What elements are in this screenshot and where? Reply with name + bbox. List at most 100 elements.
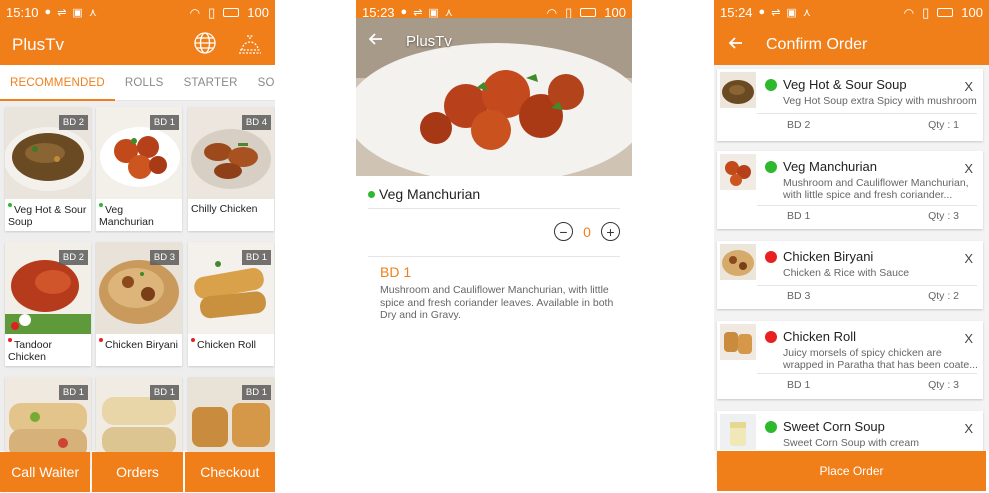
nonveg-dot-icon <box>191 338 195 342</box>
price-badge: BD 2 <box>58 115 88 130</box>
checkout-button[interactable]: Checkout <box>184 452 275 492</box>
item-detail-screen: 15:23 ● ⇌ ▣ ⋏ ◠ ▯ 100 PlusTv Veg Manchur… <box>356 0 632 493</box>
back-arrow-icon[interactable] <box>728 35 744 56</box>
message-icon: ● <box>44 6 52 18</box>
minus-icon[interactable]: − <box>554 222 573 241</box>
battery-icon <box>223 8 240 17</box>
order-item: Chicken Roll X Juicy morsels of spicy ch… <box>717 321 983 399</box>
orders-button[interactable]: Orders <box>92 452 183 492</box>
price-badge: BD 1 <box>149 385 179 400</box>
confirm-app-bar: Confirm Order <box>714 25 989 65</box>
menu-card[interactable]: BD 2 Tandoor Chicken <box>5 242 91 366</box>
nonveg-dot-icon <box>99 338 103 342</box>
tab-starter[interactable]: STARTER <box>174 65 248 101</box>
veg-dot-icon <box>765 420 777 433</box>
item-name: Chicken Biryani <box>105 339 178 351</box>
battery-icon <box>580 8 597 17</box>
order-item-price: BD 1 <box>787 210 811 222</box>
order-item-name: Chicken Roll <box>783 329 856 344</box>
status-time: 15:10 <box>6 5 39 20</box>
menu-grid: BD 2 Veg Hot & Sour Soup BD 1 Veg Manchu… <box>0 101 275 493</box>
remove-item-button[interactable]: X <box>964 421 973 436</box>
order-item-name: Chicken Biryani <box>783 249 874 264</box>
order-item-desc: Veg Hot Soup extra Spicy with mushroom <box>783 95 977 107</box>
waiter-bell-icon[interactable] <box>237 31 263 60</box>
order-item-qty: Qty : 2 <box>928 290 959 302</box>
app-title: PlusTv <box>12 35 64 54</box>
item-name: Veg Manchurian <box>379 186 481 202</box>
menu-card[interactable]: BD 3 Chicken Biryani <box>96 242 182 366</box>
share-icon: ⋏ <box>88 7 97 19</box>
item-name: Chicken Roll <box>197 339 256 351</box>
chicken-roll-thumbnail <box>720 324 756 360</box>
menu-card[interactable]: BD 2 Veg Hot & Sour Soup <box>5 107 91 231</box>
corn-soup-thumbnail <box>720 414 756 450</box>
order-item-qty: Qty : 3 <box>928 379 959 391</box>
battery-icon <box>937 8 954 17</box>
battery-level: 100 <box>961 5 983 20</box>
order-item-name: Veg Hot & Sour Soup <box>783 77 907 92</box>
order-item-desc: Juicy morsels of spicy chicken are wrapp… <box>783 347 978 371</box>
tab-rolls[interactable]: ROLLS <box>115 65 174 101</box>
menu-card[interactable]: BD 1 Veg Manchurian <box>96 107 182 231</box>
soup-thumbnail <box>720 72 756 108</box>
status-bar: 15:10 ● ⇌ ▣ ⋏ ◠ ▯ 100 <box>0 0 275 25</box>
veg-dot-icon <box>368 190 375 198</box>
usb-icon: ⇌ <box>57 7 67 19</box>
item-name: Tandoor Chicken <box>8 339 52 363</box>
menu-card[interactable]: BD 4 Chilly Chicken <box>188 107 274 231</box>
image-icon: ▣ <box>786 7 797 19</box>
order-item-qty: Qty : 3 <box>928 210 959 222</box>
item-name: Veg Hot & Sour Soup <box>8 204 87 228</box>
nonveg-dot-icon <box>765 330 777 343</box>
price-badge: BD 1 <box>149 115 179 130</box>
wifi-icon: ◠ <box>903 5 915 20</box>
order-item-price: BD 2 <box>787 119 811 131</box>
item-name: Veg Manchurian <box>99 204 154 228</box>
order-item: Chicken Biryani X Chicken & Rice with Sa… <box>717 241 983 309</box>
order-item-desc: Sweet Corn Soup with cream <box>783 437 919 449</box>
status-bar: 15:24 ● ⇌ ▣ ⋏ ◠ ▯ 100 <box>714 0 989 25</box>
menu-screen: 15:10 ● ⇌ ▣ ⋏ ◠ ▯ 100 PlusTv RECOMMENDED… <box>0 0 275 493</box>
sim-icon: ▯ <box>208 4 216 20</box>
status-time: 15:24 <box>720 5 753 20</box>
menu-card[interactable]: BD 1 Chicken Roll <box>188 242 274 366</box>
item-price: BD 1 <box>380 264 412 280</box>
order-list: Veg Hot & Sour Soup X Veg Hot Soup extra… <box>714 65 989 471</box>
remove-item-button[interactable]: X <box>964 251 973 266</box>
item-name: Chilly Chicken <box>191 203 258 215</box>
order-item-qty: Qty : 1 <box>928 119 959 131</box>
tab-soups[interactable]: SOUPS <box>248 65 275 101</box>
order-item-price: BD 1 <box>787 379 811 391</box>
globe-icon[interactable] <box>193 31 217 60</box>
order-item-desc: Chicken & Rice with Sauce <box>783 267 910 279</box>
price-badge: BD 4 <box>241 115 271 130</box>
page-title: Confirm Order <box>766 36 868 53</box>
veg-dot-icon <box>99 203 103 207</box>
remove-item-button[interactable]: X <box>964 79 973 94</box>
tab-recommended[interactable]: RECOMMENDED <box>0 65 115 102</box>
price-badge: BD 1 <box>241 385 271 400</box>
order-item-name: Veg Manchurian <box>783 159 877 174</box>
price-badge: BD 1 <box>241 250 271 265</box>
item-title: Veg Manchurian <box>368 186 620 209</box>
remove-item-button[interactable]: X <box>964 331 973 346</box>
remove-item-button[interactable]: X <box>964 161 973 176</box>
confirm-order-screen: 15:24 ● ⇌ ▣ ⋏ ◠ ▯ 100 Confirm Order Veg … <box>714 0 989 493</box>
order-item-price: BD 3 <box>787 290 811 302</box>
veg-dot-icon <box>765 160 777 173</box>
plus-icon[interactable]: + <box>601 222 620 241</box>
image-icon: ▣ <box>72 7 83 19</box>
battery-level: 100 <box>247 5 269 20</box>
sim-icon: ▯ <box>922 4 930 20</box>
quantity-stepper: − 0 + <box>554 222 620 241</box>
wifi-icon: ◠ <box>189 5 201 20</box>
place-order-button[interactable]: Place Order <box>717 451 986 491</box>
veg-dot-icon <box>765 78 777 91</box>
category-tabs: RECOMMENDED ROLLS STARTER SOUPS <box>0 65 275 102</box>
usb-icon: ⇌ <box>771 7 781 19</box>
back-arrow-icon[interactable] <box>368 31 384 52</box>
divider <box>368 256 620 257</box>
price-badge: BD 2 <box>58 250 88 265</box>
call-waiter-button[interactable]: Call Waiter <box>0 452 91 492</box>
